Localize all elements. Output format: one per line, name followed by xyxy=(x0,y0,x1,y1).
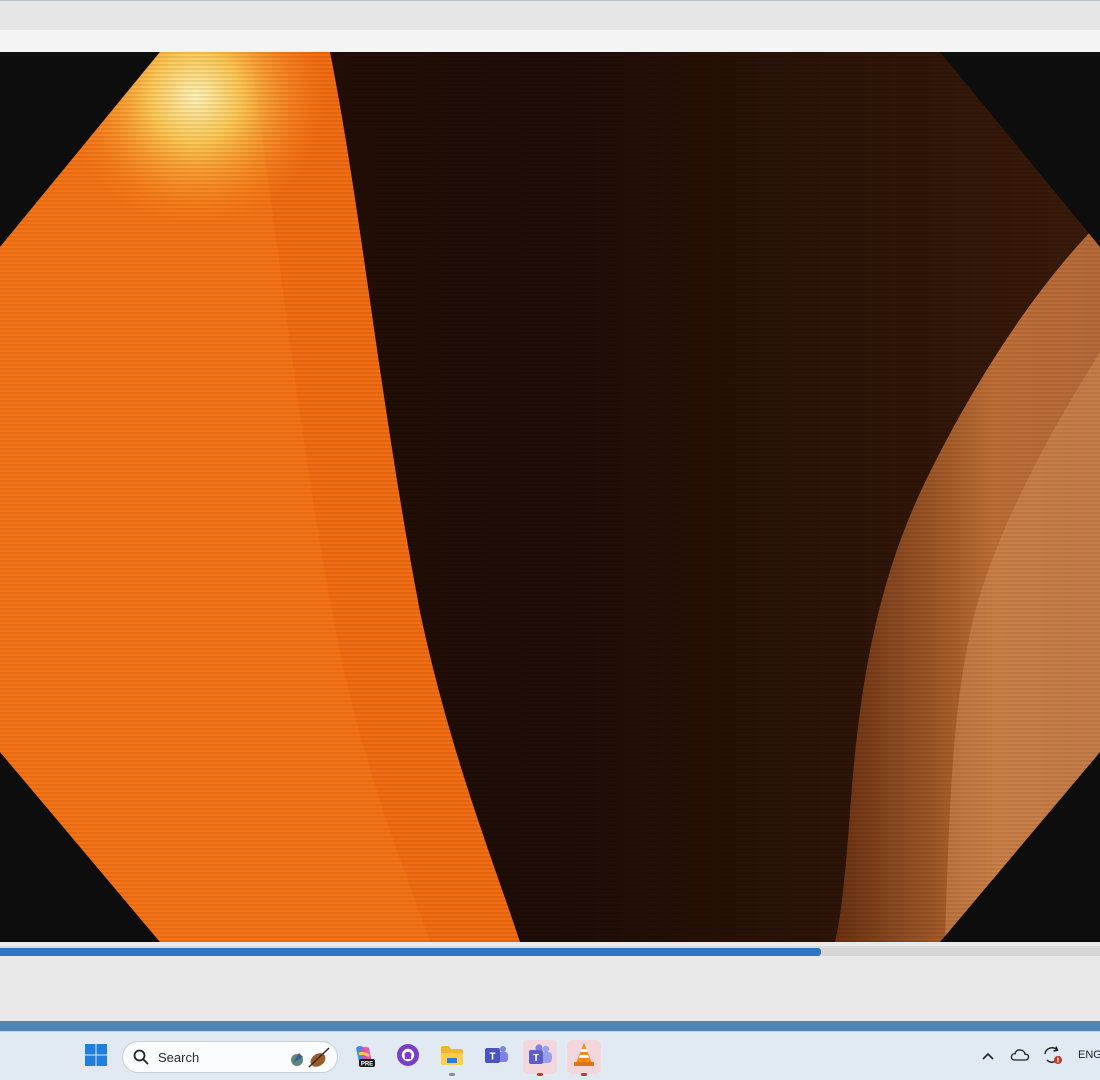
teams-app-button[interactable]: T xyxy=(523,1040,557,1076)
desktop-wallpaper-strip xyxy=(0,1021,1100,1031)
windows-logo-icon xyxy=(84,1043,108,1072)
running-indicator xyxy=(581,1073,587,1076)
chevron-up-icon xyxy=(981,1048,995,1066)
seek-bar[interactable] xyxy=(0,946,1100,956)
show-hidden-icons-button[interactable] xyxy=(972,1040,1004,1074)
teams-classic-icon: T xyxy=(483,1043,509,1072)
running-indicator xyxy=(537,1073,543,1076)
seek-progress xyxy=(0,948,821,956)
copilot-pre-badge: PRE xyxy=(361,1061,373,1067)
window-titlebar[interactable] xyxy=(0,0,1100,30)
sync-status-button[interactable] xyxy=(1036,1040,1068,1074)
onedrive-button[interactable] xyxy=(1004,1040,1036,1074)
video-area[interactable] xyxy=(0,52,1100,942)
folder-icon xyxy=(439,1043,465,1072)
teams-classic-app-button[interactable]: T xyxy=(479,1040,513,1074)
taskbar: Search PRE T T ENG xyxy=(0,1031,1100,1080)
taskbar-search-box[interactable]: Search xyxy=(122,1041,338,1073)
github-app-button[interactable] xyxy=(391,1040,425,1074)
player-controls-area xyxy=(0,956,1100,1022)
copilot-app-button[interactable]: PRE xyxy=(347,1040,381,1074)
search-highlight-icon xyxy=(287,1045,333,1076)
teams-icon: T xyxy=(527,1043,553,1072)
sync-icon xyxy=(1041,1045,1063,1070)
copilot-icon: PRE xyxy=(351,1042,377,1073)
window-menubar xyxy=(0,30,1100,52)
running-indicator xyxy=(449,1073,455,1076)
svg-text:T: T xyxy=(489,1051,495,1062)
github-icon xyxy=(396,1043,420,1072)
start-button[interactable] xyxy=(79,1040,113,1074)
search-icon xyxy=(133,1049,149,1070)
search-placeholder: Search xyxy=(158,1050,200,1065)
svg-text:T: T xyxy=(533,1053,539,1064)
cloud-icon xyxy=(1010,1048,1030,1067)
vlc-app-button[interactable] xyxy=(567,1040,601,1076)
file-explorer-app-button[interactable] xyxy=(435,1040,469,1076)
language-indicator[interactable]: ENG xyxy=(1078,1049,1100,1061)
vlc-cone-icon xyxy=(572,1042,596,1073)
video-frame xyxy=(0,52,1100,942)
